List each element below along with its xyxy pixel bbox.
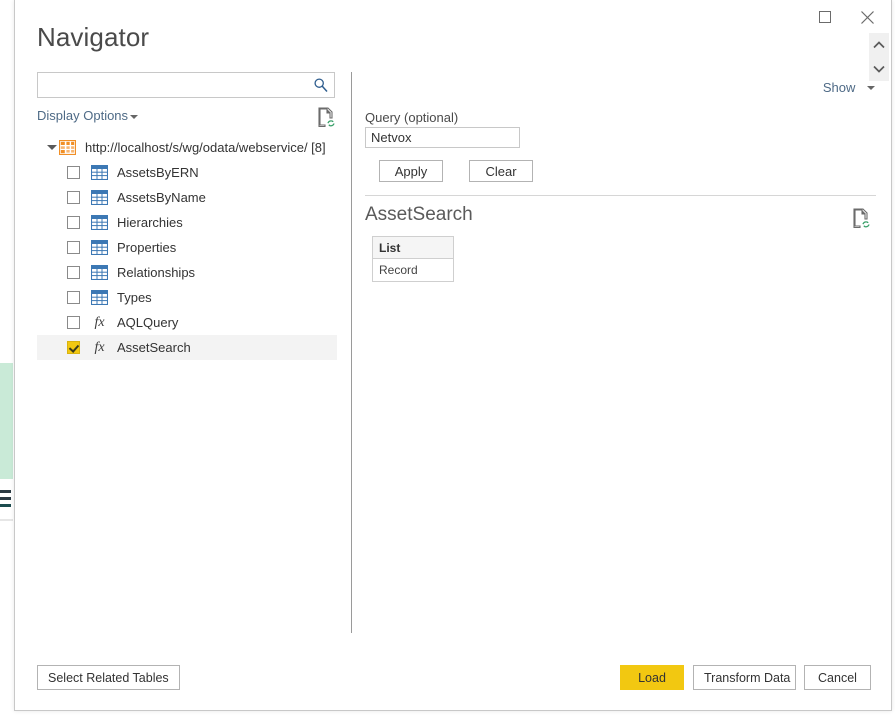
refresh-document-icon[interactable]: [852, 208, 870, 228]
tree-item-label: Hierarchies: [117, 215, 183, 230]
load-button[interactable]: Load: [620, 665, 684, 690]
tree-item-checkbox[interactable]: [67, 316, 80, 329]
backdrop-text-line: [0, 490, 11, 493]
preview-table: List Record: [372, 236, 454, 282]
tree-item-assetsearch[interactable]: fx AssetSearch: [37, 335, 337, 360]
source-tree: http://localhost/s/wg/odata/webservice/ …: [37, 135, 337, 360]
navigator-dialog: Navigator Display Options http://localho…: [14, 0, 892, 711]
tree-item-types[interactable]: Types: [37, 285, 337, 310]
tree-item-label: AssetsByName: [117, 190, 206, 205]
backdrop-green-strip: [0, 363, 13, 479]
left-pane: Display Options: [37, 72, 337, 129]
tree-item-hierarchies[interactable]: Hierarchies: [37, 210, 337, 235]
tree-item-aqlquery[interactable]: fx AQLQuery: [37, 310, 337, 335]
query-label: Query (optional): [365, 110, 459, 125]
maximize-icon: [819, 11, 831, 23]
preview-column-header[interactable]: List: [372, 236, 454, 259]
page-title: Navigator: [37, 22, 150, 52]
tree-item-properties[interactable]: Properties: [37, 235, 337, 260]
tree-item-label: AQLQuery: [117, 315, 179, 330]
tree-root-label: http://localhost/s/wg/odata/webservice/ …: [85, 140, 326, 155]
database-icon: [59, 140, 76, 155]
table-icon: [91, 265, 108, 280]
tree-item-label: Relationships: [117, 265, 196, 280]
apply-button[interactable]: Apply: [379, 160, 443, 182]
preview-cell[interactable]: Record: [372, 258, 454, 282]
chevron-down-icon: [867, 86, 875, 90]
tree-item-checkbox[interactable]: [67, 241, 80, 254]
display-options-button[interactable]: Display Options: [37, 108, 128, 123]
display-options-row: Display Options: [37, 107, 335, 129]
tree-item-label: AssetsByERN: [117, 165, 199, 180]
tree-children: AssetsByERN AssetsByName Hierarchies Proper…: [37, 160, 337, 360]
table-icon: [91, 215, 108, 230]
function-icon: fx: [94, 315, 105, 330]
tree-item-checkbox[interactable]: [67, 291, 80, 304]
search-box[interactable]: [37, 72, 335, 98]
preview-title: AssetSearch: [365, 204, 473, 225]
tree-item-assetsbyname[interactable]: AssetsByName: [37, 185, 337, 210]
vertical-divider: [351, 72, 352, 633]
chevron-down-icon: [873, 65, 885, 73]
select-related-tables-button[interactable]: Select Related Tables: [37, 665, 180, 690]
scroll-up-button[interactable]: [872, 38, 886, 52]
backdrop-divider: [0, 519, 13, 521]
backdrop-text-line: [0, 504, 11, 507]
backdrop-text-line: [0, 497, 11, 500]
tree-item-relationships[interactable]: Relationships: [37, 260, 337, 285]
expander-open-icon[interactable]: [45, 142, 57, 154]
table-icon: [91, 165, 108, 180]
table-icon: [91, 240, 108, 255]
chevron-up-icon: [873, 41, 885, 49]
tree-item-checkbox[interactable]: [67, 266, 80, 279]
table-row[interactable]: Record: [372, 258, 454, 282]
cancel-button[interactable]: Cancel: [804, 665, 871, 690]
show-label: Show: [822, 80, 856, 95]
tree-root-node[interactable]: http://localhost/s/wg/odata/webservice/ …: [37, 135, 337, 160]
chevron-down-icon[interactable]: [130, 115, 138, 119]
maximize-button[interactable]: [805, 3, 845, 31]
function-icon: fx: [94, 340, 105, 355]
transform-data-button[interactable]: Transform Data: [693, 665, 796, 690]
close-button[interactable]: [847, 3, 887, 31]
clear-button[interactable]: Clear: [469, 160, 533, 182]
query-input[interactable]: [365, 127, 520, 148]
close-icon: [860, 10, 874, 24]
search-input[interactable]: [38, 73, 308, 97]
preview-table-header-row: List: [372, 236, 454, 259]
tree-item-label: Properties: [117, 240, 177, 255]
table-icon: [91, 190, 108, 205]
preview-scroll-arrows[interactable]: [869, 33, 889, 81]
tree-item-checkbox[interactable]: [67, 216, 80, 229]
tree-item-label: Types: [117, 290, 152, 305]
refresh-document-icon[interactable]: [317, 107, 335, 127]
tree-item-checkbox[interactable]: [67, 166, 80, 179]
tree-item-checkbox[interactable]: [67, 341, 80, 354]
search-icon[interactable]: [313, 77, 329, 93]
horizontal-divider: [365, 195, 876, 196]
table-icon: [91, 290, 108, 305]
tree-item-label: AssetSearch: [117, 340, 191, 355]
tree-item-assetsbyern[interactable]: AssetsByERN: [37, 160, 337, 185]
tree-item-checkbox[interactable]: [67, 191, 80, 204]
scroll-down-button[interactable]: [872, 62, 886, 76]
show-dropdown[interactable]: Show: [823, 80, 875, 95]
